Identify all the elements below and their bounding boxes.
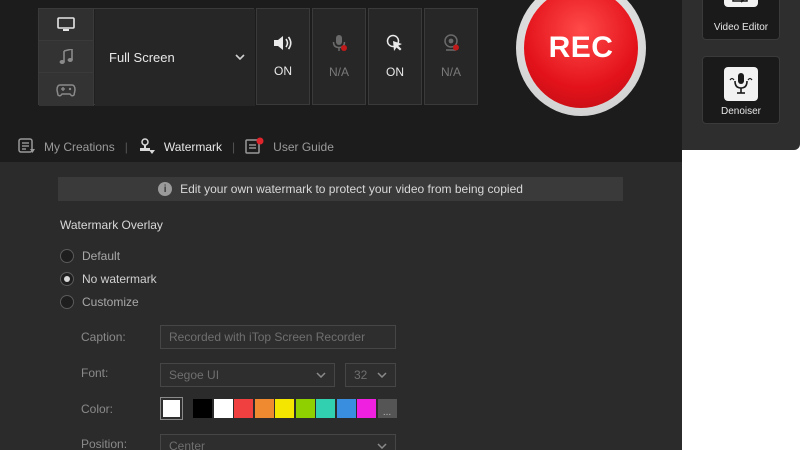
microphone-toggle[interactable]: N/A	[312, 8, 366, 105]
position-select[interactable]: Center	[160, 434, 396, 450]
mode-panel: Full Screen	[38, 8, 255, 106]
denoiser-button[interactable]: Denoiser	[702, 56, 780, 124]
radio-default[interactable]	[60, 249, 74, 263]
chevron-down-icon	[235, 52, 245, 63]
color-swatch[interactable]	[213, 399, 233, 418]
tab-user-guide[interactable]: User Guide	[245, 137, 334, 157]
record-mode-value: Full Screen	[109, 50, 175, 65]
color-swatch[interactable]	[295, 399, 315, 418]
current-color-swatch[interactable]	[160, 397, 183, 420]
mouse-click-icon	[386, 34, 404, 55]
webcam-toggle[interactable]: N/A	[424, 8, 478, 105]
tool-label: Video Editor	[713, 22, 769, 33]
denoiser-icon	[724, 67, 758, 101]
tab-label: User Guide	[273, 140, 334, 154]
speaker-status: ON	[274, 64, 292, 78]
chevron-down-icon	[377, 370, 387, 381]
recorder-window: Full Screen ON N/A ON N/A REC My Creatio…	[0, 0, 682, 450]
microphone-icon	[330, 34, 348, 55]
tab-watermark[interactable]: Watermark	[138, 137, 223, 157]
font-value: Segoe UI	[169, 368, 220, 382]
option-customize[interactable]: Customize	[60, 295, 139, 309]
tab-strip: My Creations | Watermark | User Guide	[18, 137, 334, 157]
caption-value: Recorded with iTop Screen Recorder	[169, 330, 366, 344]
speaker-toggle[interactable]: ON	[256, 8, 310, 105]
speaker-icon	[273, 35, 293, 54]
monitor-icon[interactable]	[39, 9, 94, 41]
color-swatch[interactable]	[316, 399, 335, 418]
option-label: Customize	[82, 295, 139, 309]
webcam-icon	[442, 34, 460, 55]
stamp-icon	[138, 137, 156, 157]
color-swatch[interactable]	[275, 399, 294, 418]
guide-icon	[245, 137, 265, 157]
radio-customize[interactable]	[60, 295, 74, 309]
option-no-watermark[interactable]: No watermark	[60, 272, 157, 286]
webcam-status: N/A	[440, 65, 461, 79]
font-label: Font:	[81, 366, 109, 380]
video-editor-icon	[724, 0, 758, 7]
info-banner: i Edit your own watermark to protect you…	[58, 177, 623, 201]
toolbar-area: Full Screen ON N/A ON N/A REC My Creatio…	[0, 0, 682, 162]
color-swatch[interactable]	[336, 399, 356, 418]
list-icon	[18, 137, 36, 157]
tab-label: My Creations	[44, 140, 115, 154]
color-swatch[interactable]	[234, 399, 253, 418]
option-label: No watermark	[82, 272, 157, 286]
caption-input[interactable]: Recorded with iTop Screen Recorder	[160, 325, 396, 349]
tab-divider: |	[124, 140, 128, 154]
chevron-down-icon	[316, 370, 326, 381]
mouse-toggle[interactable]: ON	[368, 8, 422, 105]
color-swatch[interactable]	[357, 399, 376, 418]
font-size-value: 32	[354, 368, 368, 382]
video-editor-button[interactable]: Video Editor	[702, 0, 780, 40]
tool-label: Denoiser	[720, 106, 762, 117]
more-colors-button[interactable]: ...	[377, 399, 397, 418]
caption-label: Caption:	[81, 330, 126, 344]
microphone-status: N/A	[328, 65, 349, 79]
info-text: Edit your own watermark to protect your …	[180, 182, 523, 196]
tools-panel: Video Editor Denoiser	[682, 0, 800, 150]
option-label: Default	[82, 249, 121, 263]
radio-no-watermark[interactable]	[60, 272, 74, 286]
color-swatch[interactable]	[254, 399, 274, 418]
music-icon[interactable]	[39, 41, 94, 73]
section-title: Watermark Overlay	[60, 218, 163, 232]
position-value: Center	[169, 439, 206, 450]
chevron-down-icon	[377, 441, 387, 450]
position-label: Position:	[81, 437, 128, 450]
tab-divider: |	[232, 140, 236, 154]
option-default[interactable]: Default	[60, 249, 120, 263]
tab-label: Watermark	[163, 140, 223, 154]
color-label: Color:	[81, 402, 114, 416]
record-mode-select[interactable]: Full Screen	[95, 9, 255, 106]
font-select[interactable]: Segoe UI	[160, 363, 335, 387]
mouse-status: ON	[386, 65, 404, 79]
tab-my-creations[interactable]: My Creations	[18, 137, 115, 157]
font-size-select[interactable]: 32	[345, 363, 396, 387]
color-swatch[interactable]	[193, 399, 212, 418]
gamepad-icon[interactable]	[39, 73, 94, 106]
info-icon: i	[158, 182, 173, 196]
